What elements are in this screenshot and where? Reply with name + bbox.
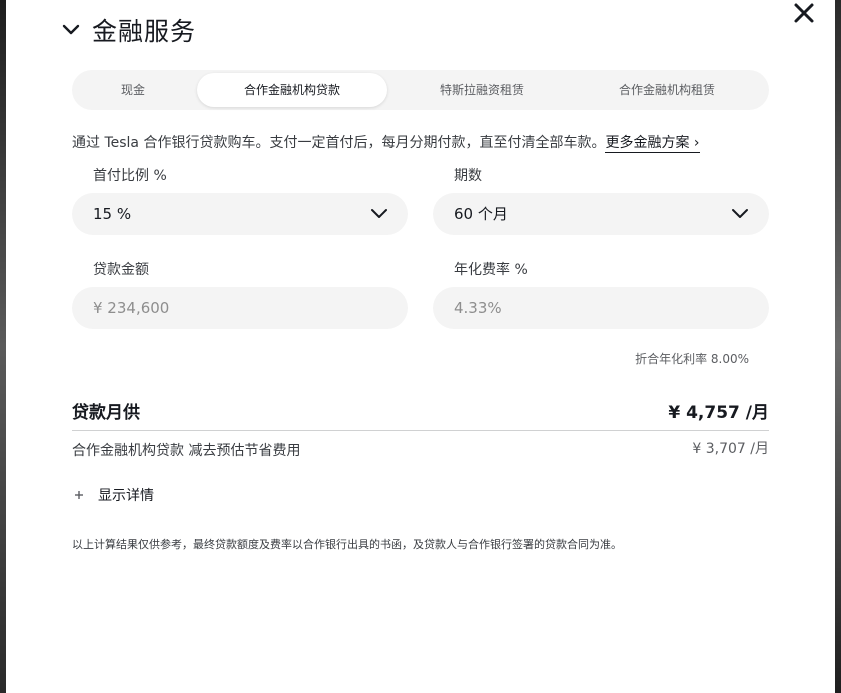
down-payment-value: 15 % [93, 205, 132, 223]
loan-amount-label: 贷款金额 [93, 262, 149, 278]
term-label: 期数 [454, 168, 482, 184]
description: 通过 Tesla 合作银行贷款购车。支付一定首付后，每月分期付款，直至付清全部车… [72, 132, 700, 153]
apr-note: 折合年化利率 8.00% [635, 352, 749, 366]
close-icon[interactable] [791, 0, 817, 26]
term-select[interactable]: 60 个月 [433, 193, 769, 235]
section-header[interactable]: 金融服务 [62, 12, 196, 48]
financing-tabs: 现金 合作金融机构贷款 特斯拉融资租赁 合作金融机构租赁 [72, 70, 769, 110]
show-details-toggle[interactable]: 显示详情 [72, 485, 154, 505]
page-title: 金融服务 [92, 17, 197, 46]
rate-field: 4.33% [433, 287, 769, 329]
loan-amount-field: ¥ 234,600 [72, 287, 408, 329]
monthly-payment-label: 贷款月供 [72, 403, 140, 423]
monthly-payment-row: 贷款月供 ¥ 4,757 /月 [72, 398, 769, 431]
loan-amount-value: ¥ 234,600 [93, 299, 170, 317]
window-frame-right [835, 0, 841, 693]
chevron-down-icon[interactable] [62, 21, 80, 39]
tab-partner-loan[interactable]: 合作金融机构贷款 [197, 73, 387, 107]
disclaimer: 以上计算结果仅供参考，最终贷款额度及费率以合作银行出具的书函，及贷款人与合作银行… [72, 538, 622, 551]
rate-value: 4.33% [454, 299, 502, 317]
show-details-label: 显示详情 [98, 488, 154, 504]
term-value: 60 个月 [454, 205, 508, 223]
monthly-payment-value: ¥ 4,757 /月 [668, 403, 769, 423]
savings-label: 合作金融机构贷款 减去预估节省费用 [72, 443, 301, 459]
down-payment-select[interactable]: 15 % [72, 193, 408, 235]
plus-icon [75, 491, 83, 499]
tab-tesla-lease[interactable]: 特斯拉融资租赁 [392, 73, 572, 107]
chevron-down-icon [371, 209, 387, 218]
tab-cash[interactable]: 现金 [78, 73, 188, 107]
tab-partner-lease[interactable]: 合作金融机构租赁 [572, 73, 762, 107]
down-payment-label: 首付比例 % [93, 168, 167, 184]
description-text: 通过 Tesla 合作银行贷款购车。支付一定首付后，每月分期付款，直至付清全部车… [72, 135, 606, 151]
financing-panel: 金融服务 现金 合作金融机构贷款 特斯拉融资租赁 合作金融机构租赁 通过 Tes… [6, 0, 835, 693]
more-financing-link[interactable]: 更多金融方案 › [605, 135, 700, 153]
savings-row: 合作金融机构贷款 减去预估节省费用 ¥ 3,707 /月 [72, 440, 769, 462]
rate-label: 年化费率 % [454, 262, 528, 278]
savings-value: ¥ 3,707 /月 [692, 441, 769, 457]
chevron-down-icon [732, 209, 748, 218]
